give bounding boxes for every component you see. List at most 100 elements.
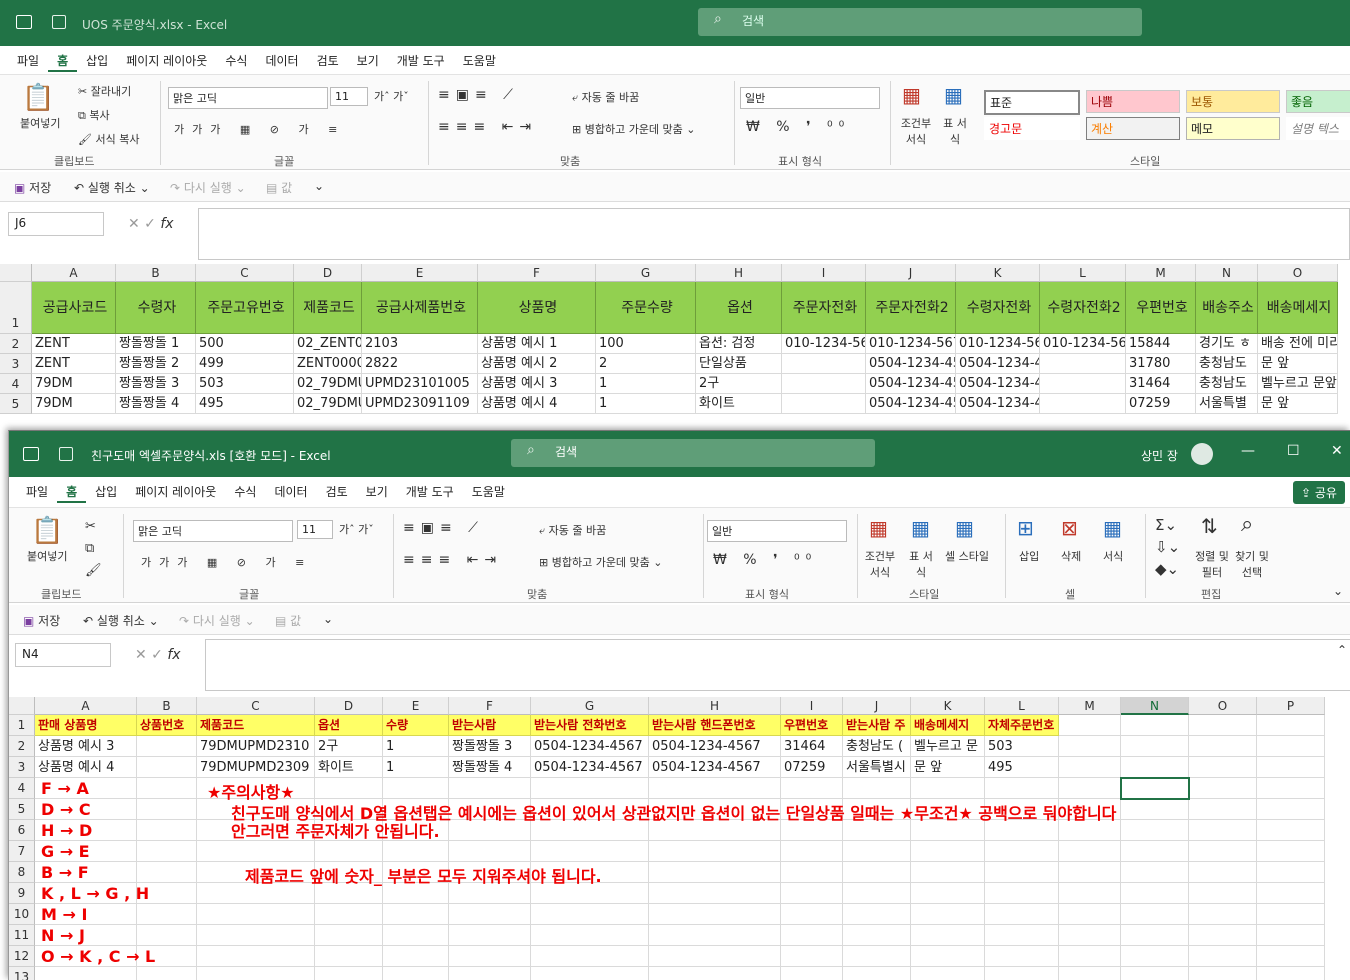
row-header[interactable]: 5 [9, 799, 35, 820]
paste-icon[interactable]: 📋 [22, 83, 54, 113]
table-cell[interactable]: 100 [596, 334, 696, 354]
column-header[interactable]: J [866, 264, 956, 282]
empty-cell[interactable] [1189, 715, 1257, 736]
column-header[interactable]: C [197, 697, 315, 715]
empty-cell[interactable] [843, 904, 911, 925]
empty-cell[interactable] [781, 841, 843, 862]
tab-8[interactable]: 개발 도구 [397, 483, 463, 503]
table-cell[interactable]: 충청남도 [1196, 354, 1258, 374]
table-cell[interactable]: ZENT0000 [294, 354, 362, 374]
column-header[interactable]: D [315, 697, 383, 715]
empty-cell[interactable] [1257, 778, 1325, 799]
row-header[interactable]: 10 [9, 904, 35, 925]
expand-formula-icon[interactable]: ⌃ [1337, 643, 1347, 657]
font-name-select[interactable]: 맑은 고딕 [133, 520, 293, 542]
table-cell[interactable]: 0504-1234-4567 [956, 394, 1040, 414]
table-cell[interactable]: 0504-1234-45 [866, 394, 956, 414]
header-cell[interactable]: 옵션 [315, 715, 383, 736]
tab-9[interactable]: 도움말 [454, 52, 505, 72]
empty-cell[interactable] [1257, 841, 1325, 862]
font-name-select[interactable]: 맑은 고딕 [168, 87, 328, 109]
clipboard-small-icons[interactable]: ✂ ⧉ 🖌 [85, 516, 102, 582]
number-format-select[interactable]: 일반 [740, 87, 880, 109]
table-cell[interactable]: 1 [383, 757, 449, 778]
table-cell[interactable]: 79DMUPMD2310 [197, 736, 315, 757]
style-explanatory[interactable]: 설명 텍스 [1286, 117, 1350, 140]
empty-cell[interactable] [911, 883, 985, 904]
column-header[interactable]: F [449, 697, 531, 715]
empty-cell[interactable] [911, 925, 985, 946]
empty-cell[interactable] [843, 946, 911, 967]
number-format-icons[interactable]: ₩ % ❜ ⁰⁰ [746, 119, 850, 135]
table-cell[interactable]: 010-1234-567 [1040, 334, 1126, 354]
table-cell[interactable]: 2구 [696, 374, 782, 394]
table-cell[interactable]: 495 [985, 757, 1059, 778]
name-box[interactable]: J6 [8, 212, 104, 236]
column-header[interactable]: N [1196, 264, 1258, 282]
empty-cell[interactable] [137, 841, 197, 862]
empty-cell[interactable] [383, 841, 449, 862]
empty-cell[interactable] [985, 904, 1059, 925]
empty-cell[interactable] [985, 925, 1059, 946]
number-format-icons[interactable]: ₩ % ❜ ⁰⁰ [713, 552, 817, 568]
empty-cell[interactable] [985, 841, 1059, 862]
empty-cell[interactable] [1059, 736, 1121, 757]
table-cell[interactable]: 503 [196, 374, 294, 394]
table-cell[interactable]: 1 [596, 394, 696, 414]
empty-cell[interactable] [781, 904, 843, 925]
table-cell[interactable]: 상품명 예시 4 [478, 394, 596, 414]
tab-4[interactable]: 수식 [216, 52, 256, 72]
collapse-ribbon-icon[interactable]: ⌄ [1333, 584, 1343, 598]
empty-cell[interactable] [1059, 967, 1121, 980]
empty-cell[interactable] [1121, 757, 1189, 778]
style-bad[interactable]: 나쁨 [1086, 90, 1180, 113]
empty-cell[interactable] [649, 841, 781, 862]
empty-cell[interactable] [781, 778, 843, 799]
empty-cell[interactable] [843, 925, 911, 946]
column-header[interactable]: O [1189, 697, 1257, 715]
column-header[interactable]: L [1040, 264, 1126, 282]
formula-input[interactable] [198, 208, 1350, 260]
empty-cell[interactable] [1189, 820, 1257, 841]
table-cell[interactable]: 0504-1234-4567 [531, 757, 649, 778]
tab-5[interactable]: 데이터 [265, 483, 316, 503]
table-cell[interactable] [782, 354, 866, 374]
table-cell[interactable]: 화이트 [315, 757, 383, 778]
delete-cells-button[interactable]: 삭제 [1061, 548, 1081, 564]
header-cell[interactable]: 받는사람 핸드폰번호 [649, 715, 781, 736]
header-cell[interactable]: 상품명 [478, 282, 596, 334]
table-cell[interactable]: 2 [596, 354, 696, 374]
header-cell[interactable]: 주문자전화2 [866, 282, 956, 334]
empty-cell[interactable] [137, 799, 197, 820]
empty-cell[interactable] [383, 946, 449, 967]
tab-2[interactable]: 삽입 [86, 483, 126, 503]
format-cells-icon[interactable]: ▦ [1103, 516, 1122, 540]
header-cell[interactable]: 수령자 [116, 282, 196, 334]
row-header[interactable]: 3 [0, 354, 32, 374]
row-header[interactable]: 4 [9, 778, 35, 799]
table-cell[interactable]: 495 [196, 394, 294, 414]
qat-customize-icon[interactable]: ⌄ [314, 179, 324, 193]
table-cell[interactable] [1040, 354, 1126, 374]
column-header[interactable]: F [478, 264, 596, 282]
empty-cell[interactable] [1121, 883, 1189, 904]
table-cell[interactable]: 2822 [362, 354, 478, 374]
empty-cell[interactable] [1189, 841, 1257, 862]
table-cell[interactable]: 0504-1234-4567 [956, 374, 1040, 394]
table-cell[interactable]: 서울특별시 [843, 757, 911, 778]
user-name[interactable]: 상민 장 [1141, 447, 1178, 464]
qat-save-button[interactable]: ▣ 저장 [23, 612, 60, 629]
empty-cell[interactable] [911, 862, 985, 883]
column-header[interactable]: M [1126, 264, 1196, 282]
row-header[interactable]: 13 [9, 967, 35, 980]
merge-center-button[interactable]: ⊞ 병합하고 가운데 맞춤 ⌄ [539, 554, 663, 570]
table-cell[interactable]: 상품명 예시 3 [35, 736, 137, 757]
font-grow-icon[interactable]: 가ˆ 가ˇ [374, 88, 409, 104]
tab-7[interactable]: 보기 [348, 52, 388, 72]
empty-cell[interactable] [315, 946, 383, 967]
empty-cell[interactable] [531, 925, 649, 946]
empty-cell[interactable] [1257, 946, 1325, 967]
empty-cell[interactable] [911, 967, 985, 980]
share-button[interactable]: ⇪ 공유 [1293, 481, 1345, 504]
table-cell[interactable]: 옵션: 검정 [696, 334, 782, 354]
